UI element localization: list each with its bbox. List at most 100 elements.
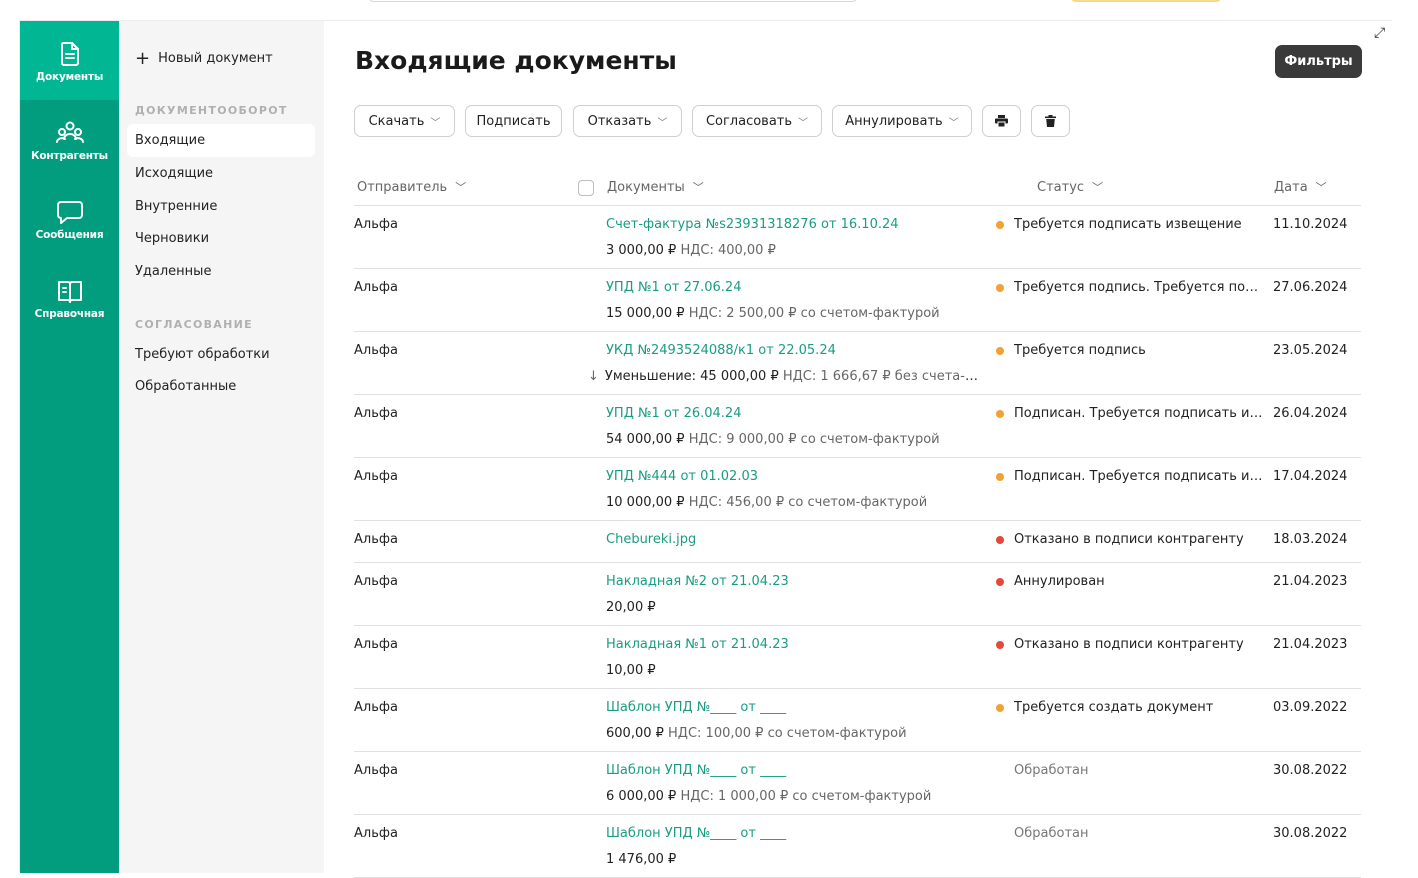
row-document-link[interactable]: УКД №2493524088/к1 от 22.05.24 xyxy=(606,343,836,358)
trash-icon xyxy=(1045,115,1056,127)
row-status-text: Отказано в подписи контрагенту xyxy=(1014,637,1244,652)
table-row[interactable]: Альфа Накладная №1 от 21.04.23 10,00 ₽ Отк… xyxy=(354,626,1361,689)
row-document-amount: ↓ Уменьшение: 45 000,00 ₽ НДС: 1 666,67 ₽… xyxy=(588,369,978,384)
row-vat-info: НДС: 456,00 ₽ со счетом-фактурой xyxy=(688,495,928,510)
nav-item-processed[interactable]: Обработанные xyxy=(127,370,315,403)
row-sender: Альфа xyxy=(354,343,398,358)
row-vat-info: НДС: 1 000,00 ₽ со счетом-фактурой xyxy=(680,789,932,804)
nav-item-drafts[interactable]: Черновики xyxy=(127,222,315,255)
row-vat-info: НДС: 400,00 ₽ xyxy=(680,243,776,258)
column-sender[interactable]: Отправитель ﹀ xyxy=(357,179,466,195)
status-dot-icon xyxy=(996,409,1004,418)
row-amount: 54 000,00 ₽ xyxy=(606,432,685,447)
row-amount: 3 000,00 ₽ xyxy=(606,243,677,258)
table-row[interactable]: Альфа УПД №1 от 27.06.24 15 000,00 ₽ НДС: … xyxy=(354,269,1361,332)
row-status-text: Обработан xyxy=(1014,826,1089,841)
row-amount: Уменьшение: 45 000,00 ₽ xyxy=(604,369,779,384)
print-button[interactable] xyxy=(982,105,1021,137)
plus-icon: + xyxy=(135,48,151,69)
row-document-link[interactable]: Шаблон УПД №____ от ____ xyxy=(606,700,786,715)
left-rail: Документы Контрагенты Сообщения Справочн… xyxy=(20,21,119,873)
approve-button[interactable]: Согласовать ﹀ xyxy=(692,105,822,137)
row-document-link[interactable]: Шаблон УПД №____ от ____ xyxy=(606,763,786,778)
table-row[interactable]: Альфа Счет-фактура №s23931318276 от 16.10… xyxy=(354,206,1361,269)
cancel-button[interactable]: Аннулировать ﹀ xyxy=(832,105,972,137)
table-row[interactable]: Альфа Шаблон УПД №____ от ____ 600,00 ₽ НД… xyxy=(354,689,1361,752)
rail-label: Документы xyxy=(35,70,104,83)
row-date: 30.08.2022 xyxy=(1273,763,1348,778)
row-sender: Альфа xyxy=(354,574,398,589)
row-document-link[interactable]: Счет-фактура №s23931318276 от 16.10.24 xyxy=(606,217,899,232)
new-document-button[interactable]: + Новый документ xyxy=(135,48,273,69)
rail-item-messages[interactable]: Сообщения xyxy=(20,179,119,258)
column-documents[interactable]: Документы ﹀ xyxy=(607,179,704,195)
row-sender: Альфа xyxy=(354,826,398,841)
row-date: 21.04.2023 xyxy=(1273,637,1348,652)
row-document-link[interactable]: УПД №1 от 26.04.24 xyxy=(606,406,741,421)
sign-button[interactable]: Подписать xyxy=(465,105,562,137)
row-document-amount: 1 476,00 ₽ xyxy=(606,852,676,867)
row-document-link[interactable]: Chebureki.jpg xyxy=(606,532,696,547)
book-icon xyxy=(57,280,82,303)
row-document-amount: 15 000,00 ₽ НДС: 2 500,00 ₽ со счетом-фа… xyxy=(606,306,940,321)
row-status-text: Отказано в подписи контрагенту xyxy=(1014,532,1244,547)
column-date[interactable]: Дата ﹀ xyxy=(1274,179,1327,195)
approve-label: Согласовать xyxy=(705,113,793,129)
top-bar xyxy=(0,0,1418,20)
sub-navigation: + Новый документ ДОКУМЕНТООБОРОТ Входящи… xyxy=(119,21,324,873)
table-row[interactable]: Альфа УПД №444 от 01.02.03 10 000,00 ₽ НДС… xyxy=(354,458,1361,521)
row-document-link[interactable]: УПД №444 от 01.02.03 xyxy=(606,469,758,484)
search-input[interactable] xyxy=(368,0,858,2)
row-vat-info: НДС: 100,00 ₽ со счетом-фактурой xyxy=(668,726,907,741)
status-dot-icon xyxy=(996,535,1004,544)
select-all-checkbox[interactable] xyxy=(578,180,594,196)
row-status-text: Требуется подпись. Требуется подп... xyxy=(1014,280,1264,295)
row-document-link[interactable]: Накладная №2 от 21.04.23 xyxy=(606,574,789,589)
nav-item-deleted[interactable]: Удаленные xyxy=(127,255,315,288)
row-date: 03.09.2022 xyxy=(1273,700,1348,715)
filters-button[interactable]: Фильтры xyxy=(1275,45,1362,78)
row-document-link[interactable]: Накладная №1 от 21.04.23 xyxy=(606,637,789,652)
row-document-link[interactable]: УПД №1 от 27.06.24 xyxy=(606,280,741,295)
nav-item-need-processing[interactable]: Требуют обработки xyxy=(127,338,315,371)
expand-icon[interactable]: ⤢ xyxy=(1374,26,1388,40)
rail-item-reference[interactable]: Справочная xyxy=(20,258,119,337)
row-amount: 20,00 ₽ xyxy=(606,600,656,615)
chevron-down-icon: ﹀ xyxy=(1315,181,1327,194)
row-sender: Альфа xyxy=(354,406,398,421)
row-document-link[interactable]: Шаблон УПД №____ от ____ xyxy=(606,826,786,841)
delete-button[interactable] xyxy=(1031,105,1070,137)
document-icon xyxy=(60,41,79,66)
table-row[interactable]: Альфа Chebureki.jpg Отказано в подписи кон… xyxy=(354,521,1361,563)
new-document-label: Новый документ xyxy=(158,51,273,66)
nav-item-incoming[interactable]: Входящие xyxy=(127,124,315,157)
reject-button[interactable]: Отказать ﹀ xyxy=(573,105,682,137)
table-row[interactable]: Альфа УКД №2493524088/к1 от 22.05.24 ↓ Умен… xyxy=(354,332,1361,395)
nav-item-outgoing[interactable]: Исходящие xyxy=(127,157,315,190)
table-row[interactable]: Альфа Шаблон УПД №____ от ____ 1 476,00 ₽ … xyxy=(354,815,1361,878)
row-vat-info: НДС: 1 666,67 ₽ без счета-фак... xyxy=(782,369,978,384)
rail-item-documents[interactable]: Документы xyxy=(20,21,119,100)
table-row[interactable]: Альфа УПД №1 от 26.04.24 54 000,00 ₽ НДС: … xyxy=(354,395,1361,458)
table-row[interactable]: Альфа Шаблон УПД №____ от ____ 6 000,00 ₽ … xyxy=(354,752,1361,815)
section-heading-docflow: ДОКУМЕНТООБОРОТ xyxy=(135,104,288,117)
chevron-down-icon: ﹀ xyxy=(948,117,959,129)
chevron-down-icon: ﹀ xyxy=(455,181,467,194)
row-status: Требуется подпись. Требуется подп... xyxy=(996,280,1264,295)
download-button[interactable]: Скачать ﹀ xyxy=(354,105,455,137)
row-status: Требуется подпись xyxy=(996,343,1146,358)
table-row[interactable]: Альфа Накладная №2 от 21.04.23 20,00 ₽ Анн… xyxy=(354,563,1361,626)
row-date: 11.10.2024 xyxy=(1273,217,1348,232)
section-heading-approval: СОГЛАСОВАНИЕ xyxy=(135,318,253,331)
row-date: 21.04.2023 xyxy=(1273,574,1348,589)
row-status: Обработан xyxy=(996,826,1088,841)
column-documents-label: Документы xyxy=(607,179,685,195)
row-date: 27.06.2024 xyxy=(1273,280,1348,295)
top-action-button[interactable] xyxy=(1070,0,1222,2)
rail-item-contractors[interactable]: Контрагенты xyxy=(20,100,119,179)
download-label: Скачать xyxy=(368,113,425,129)
column-status[interactable]: Статус ﹀ xyxy=(1037,179,1103,195)
column-sender-label: Отправитель xyxy=(357,179,448,195)
nav-item-internal[interactable]: Внутренние xyxy=(127,190,315,223)
row-sender: Альфа xyxy=(354,700,398,715)
